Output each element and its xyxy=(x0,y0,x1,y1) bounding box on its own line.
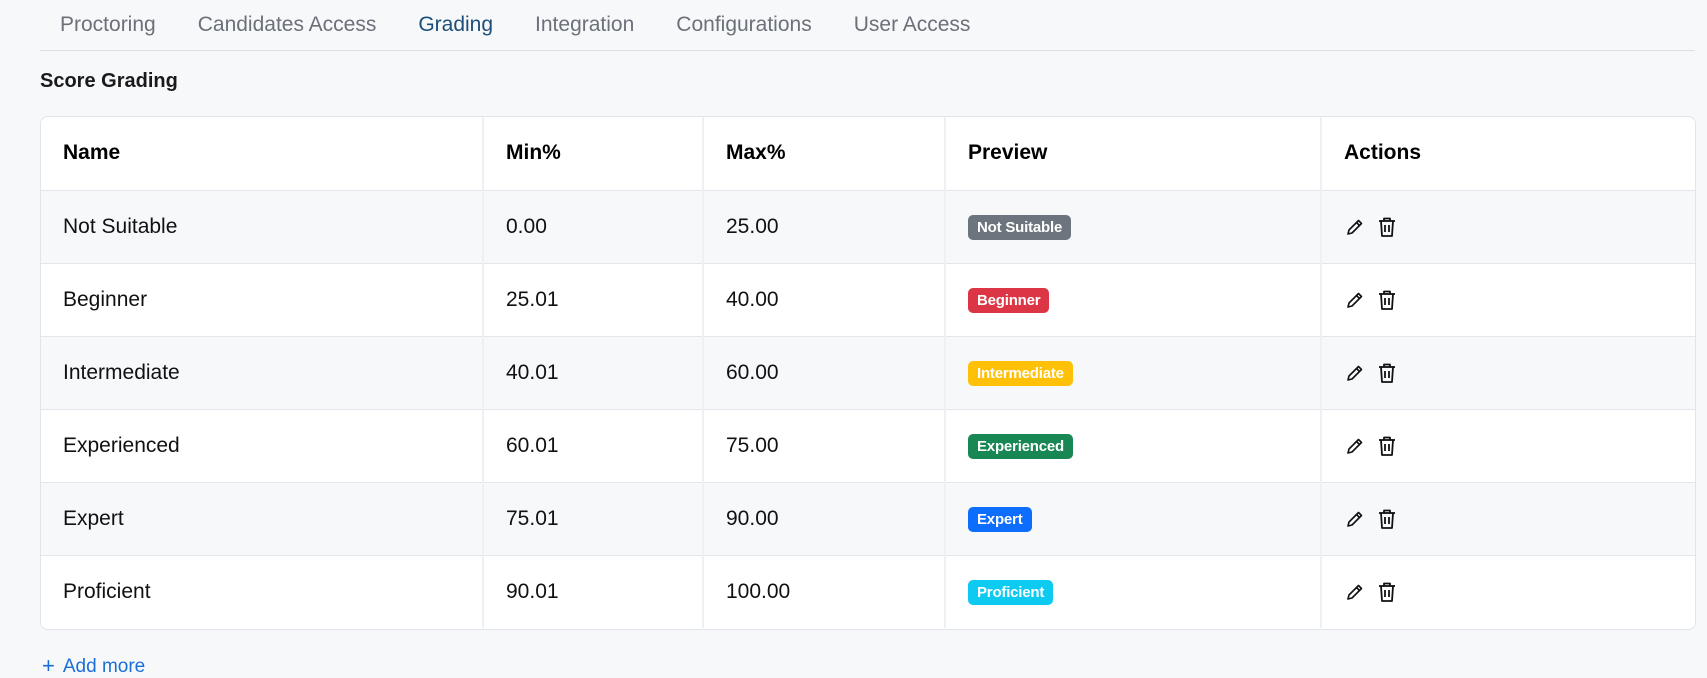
grade-name-cell: Intermediate xyxy=(41,335,483,409)
trash-icon[interactable] xyxy=(1376,289,1398,311)
grade-badge: Experienced xyxy=(968,433,1074,459)
grade-actions-cell xyxy=(1320,481,1695,555)
grade-actions-cell xyxy=(1320,554,1695,628)
grade-badge: Intermediate xyxy=(968,360,1073,386)
grade-actions-cell xyxy=(1320,335,1695,409)
table-row: Expert 75.01 90.00 Expert xyxy=(41,481,1695,555)
grade-min-cell: 25.01 xyxy=(482,262,703,336)
pencil-icon[interactable] xyxy=(1344,216,1366,238)
table-row: Beginner 25.01 40.00 Beginner xyxy=(41,262,1695,336)
table-row: Experienced 60.01 75.00 Experienced xyxy=(41,408,1695,482)
column-header-name: Name xyxy=(41,117,483,191)
grade-min-cell: 0.00 xyxy=(482,189,703,263)
grade-preview-cell: Expert xyxy=(944,481,1321,555)
grade-max-cell: 40.00 xyxy=(702,262,945,336)
pencil-icon[interactable] xyxy=(1344,435,1366,457)
grade-max-cell: 90.00 xyxy=(702,481,945,555)
grade-badge: Expert xyxy=(968,506,1032,532)
grade-min-cell: 75.01 xyxy=(482,481,703,555)
add-more-button[interactable]: + Add more xyxy=(42,655,145,677)
table-row: Proficient 90.01 100.00 Proficient xyxy=(41,554,1695,628)
tab-proctoring[interactable]: Proctoring xyxy=(60,14,156,37)
grade-preview-cell: Experienced xyxy=(944,408,1321,482)
pencil-icon[interactable] xyxy=(1344,289,1366,311)
grade-badge: Proficient xyxy=(968,579,1054,605)
grade-badge: Beginner xyxy=(968,287,1050,313)
section-title: Score Grading xyxy=(40,70,178,92)
add-more-label: Add more xyxy=(62,655,146,677)
grade-min-cell: 40.01 xyxy=(482,335,703,409)
grade-name-cell: Expert xyxy=(41,481,483,555)
table-header-row: Name Min% Max% Preview Actions xyxy=(41,117,1695,191)
grade-max-cell: 100.00 xyxy=(702,554,945,628)
grade-actions-cell xyxy=(1320,262,1695,336)
trash-icon[interactable] xyxy=(1376,362,1398,384)
grade-max-cell: 75.00 xyxy=(702,408,945,482)
pencil-icon[interactable] xyxy=(1344,508,1366,530)
trash-icon[interactable] xyxy=(1376,435,1398,457)
grade-max-cell: 25.00 xyxy=(702,189,945,263)
column-header-actions: Actions xyxy=(1320,117,1695,191)
tab-integration[interactable]: Integration xyxy=(535,14,634,37)
tab-candidates-access[interactable]: Candidates Access xyxy=(198,14,377,37)
grade-name-cell: Not Suitable xyxy=(41,189,483,263)
grade-actions-cell xyxy=(1320,189,1695,263)
grade-max-cell: 60.00 xyxy=(702,335,945,409)
table-row: Not Suitable 0.00 25.00 Not Suitable xyxy=(41,189,1695,263)
pencil-icon[interactable] xyxy=(1344,362,1366,384)
column-header-preview: Preview xyxy=(944,117,1321,191)
grade-preview-cell: Beginner xyxy=(944,262,1321,336)
column-header-max: Max% xyxy=(702,117,945,191)
tab-configurations[interactable]: Configurations xyxy=(676,14,811,37)
grade-preview-cell: Proficient xyxy=(944,554,1321,628)
grade-min-cell: 90.01 xyxy=(482,554,703,628)
plus-icon: + xyxy=(42,653,55,678)
table-row: Intermediate 40.01 60.00 Intermediate xyxy=(41,335,1695,409)
grade-preview-cell: Intermediate xyxy=(944,335,1321,409)
trash-icon[interactable] xyxy=(1376,216,1398,238)
grade-preview-cell: Not Suitable xyxy=(944,189,1321,263)
trash-icon[interactable] xyxy=(1376,581,1398,603)
pencil-icon[interactable] xyxy=(1344,581,1366,603)
grade-name-cell: Experienced xyxy=(41,408,483,482)
grade-actions-cell xyxy=(1320,408,1695,482)
score-grading-table: Name Min% Max% Preview Actions Not Suita… xyxy=(40,116,1696,630)
column-header-min: Min% xyxy=(482,117,703,191)
tab-user-access[interactable]: User Access xyxy=(854,14,971,37)
grade-name-cell: Proficient xyxy=(41,554,483,628)
grade-badge: Not Suitable xyxy=(968,214,1072,240)
grade-name-cell: Beginner xyxy=(41,262,483,336)
trash-icon[interactable] xyxy=(1376,508,1398,530)
grade-min-cell: 60.01 xyxy=(482,408,703,482)
tab-grading[interactable]: Grading xyxy=(418,14,493,37)
settings-tabs: Proctoring Candidates Access Grading Int… xyxy=(40,0,1695,51)
